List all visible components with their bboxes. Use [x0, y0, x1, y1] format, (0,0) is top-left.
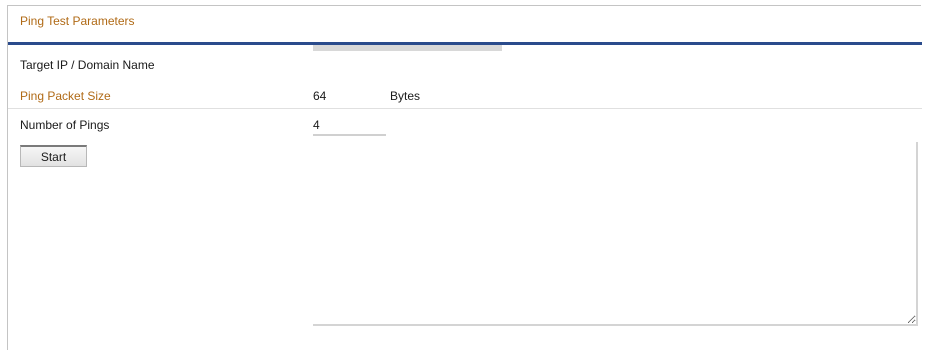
result-textarea[interactable]	[313, 142, 918, 326]
ping-count-value[interactable]: 4	[313, 118, 320, 132]
target-label: Target IP / Domain Name	[20, 58, 155, 72]
start-button[interactable]: Start	[20, 145, 87, 167]
row-divider	[8, 108, 922, 109]
panel-title: Ping Test Parameters	[20, 14, 135, 28]
ping-count-label: Number of Pings	[20, 118, 110, 132]
ping-test-panel: Ping Test Parameters Target IP / Domain …	[7, 5, 922, 350]
target-input[interactable]	[313, 45, 502, 51]
ping-count-underline	[313, 134, 386, 136]
packet-size-unit: Bytes	[390, 89, 421, 103]
packet-size-value[interactable]: 64	[313, 89, 326, 103]
packet-size-label: Ping Packet Size	[20, 89, 111, 103]
